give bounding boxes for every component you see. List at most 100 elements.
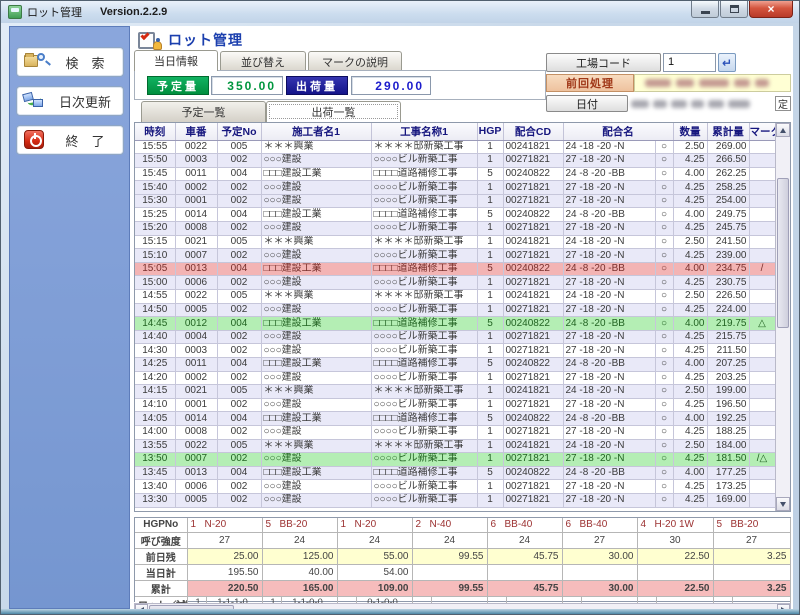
vertical-scrollbar[interactable] [775, 123, 790, 511]
cell: ＊＊＊＊邸新築工事 [371, 140, 477, 154]
cell: ＊＊＊＊邸新築工事 [371, 439, 477, 453]
table-row[interactable]: 14:200002002○○○建設○○○○ビル新築工事10027182127 -… [135, 371, 775, 385]
cell [749, 480, 775, 494]
cell: 5 [477, 317, 503, 331]
scroll-up-button[interactable] [776, 123, 790, 137]
factory-code-input[interactable]: 1 [663, 53, 716, 72]
close-button[interactable]: × [749, 1, 793, 18]
cell: 27 -18 -20 -N [563, 222, 655, 236]
cell: 254.00 [707, 194, 749, 208]
shipped-quantity-value: 290.00 [351, 76, 431, 95]
table-row[interactable]: 13:450013004□□□建設工業□□□□道路補修工事50024082224… [135, 466, 775, 480]
table-row[interactable]: 15:450011004□□□建設工業□□□□道路補修工事50024082224… [135, 167, 775, 181]
table-row[interactable]: 13:300005002○○○建設○○○○ビル新築工事10027182127 -… [135, 493, 775, 507]
cell: 0011 [175, 358, 217, 372]
tab-planned-list[interactable]: 予定一覧 [141, 101, 266, 122]
summary-cell: 5BB-20 [713, 518, 790, 532]
cell [749, 194, 775, 208]
table-row[interactable]: 15:550022005＊＊＊興業＊＊＊＊邸新築工事10024182124 -1… [135, 140, 775, 154]
triangle-down-icon [780, 502, 786, 507]
table-row[interactable]: 15:300001002○○○建設○○○○ビル新築工事10027182127 -… [135, 194, 775, 208]
cell: 1 [477, 154, 503, 168]
summary-cell: 27 [562, 532, 637, 548]
table-row[interactable]: 14:450012004□□□建設工業□□□□道路補修工事50024082224… [135, 317, 775, 331]
cell [749, 249, 775, 263]
exit-button-label: 終 了 [47, 131, 123, 150]
cell: 0013 [175, 466, 217, 480]
factory-code-button[interactable]: 工場コード [546, 53, 661, 72]
table-row[interactable]: 14:150021005＊＊＊興業＊＊＊＊邸新築工事10024182124 -1… [135, 385, 775, 399]
scroll-down-button[interactable] [776, 497, 790, 511]
cell: 00271821 [503, 276, 563, 290]
minimize-button[interactable] [691, 1, 719, 18]
table-row[interactable]: 14:000008002○○○建設○○○○ビル新築工事10027182127 -… [135, 425, 775, 439]
table-row[interactable]: 15:000006002○○○建設○○○○ビル新築工事10027182127 -… [135, 276, 775, 290]
cell: □□□□道路補修工事 [371, 167, 477, 181]
tab-mark-legend[interactable]: マークの説明 [308, 51, 402, 71]
power-icon [23, 130, 47, 150]
cell: 0005 [175, 493, 217, 507]
table-row[interactable]: 15:250014004□□□建設工業□□□□道路補修工事50024082224… [135, 208, 775, 222]
enter-button[interactable]: ↵ [718, 53, 736, 72]
table-row[interactable]: 15:150021005＊＊＊興業＊＊＊＊邸新築工事10024182124 -1… [135, 235, 775, 249]
redacted-blob [676, 79, 694, 87]
summary-cell: 1N-20 [337, 518, 412, 532]
summary-cell: 45.75 [487, 580, 562, 596]
cell: 1 [477, 425, 503, 439]
cell: 002 [217, 480, 261, 494]
table-row[interactable]: 14:100001002○○○建設○○○○ビル新築工事10027182127 -… [135, 398, 775, 412]
cell: 1 [477, 439, 503, 453]
cell: 00271821 [503, 181, 563, 195]
table-row[interactable]: 15:400002002○○○建設○○○○ビル新築工事10027182127 -… [135, 181, 775, 195]
tab-shipment-list[interactable]: 出荷一覧 [266, 101, 401, 122]
cell: 215.75 [707, 330, 749, 344]
app-icon [8, 5, 22, 19]
table-row[interactable]: 14:400004002○○○建設○○○○ビル新築工事10027182127 -… [135, 330, 775, 344]
cell: ○○○建設 [261, 154, 371, 168]
cell: 14:45 [135, 317, 175, 331]
cell: ○ [655, 398, 673, 412]
table-row[interactable]: 14:050014004□□□建設工業□□□□道路補修工事50024082224… [135, 412, 775, 426]
cell [749, 330, 775, 344]
table-row[interactable]: 15:200008002○○○建設○○○○ビル新築工事10027182127 -… [135, 222, 775, 236]
cell: 24 -18 -20 -N [563, 235, 655, 249]
titlebar[interactable]: ロット管理 Version.2.2.9 × [1, 1, 799, 23]
daily-update-button[interactable]: 日次更新 [16, 86, 124, 116]
table-row[interactable]: 13:400006002○○○建設○○○○ビル新築工事10027182127 -… [135, 480, 775, 494]
cell: 004 [217, 412, 261, 426]
cell: 0022 [175, 140, 217, 154]
summary-cell [713, 564, 790, 580]
cell: ＊＊＊興業 [261, 385, 371, 399]
cell: 4.25 [673, 371, 707, 385]
summary-row-strength: 呼び強度 2724242424273027 [135, 532, 790, 548]
cell: 5 [477, 208, 503, 222]
table-row[interactable]: 14:500005002○○○建設○○○○ビル新築工事10027182127 -… [135, 303, 775, 317]
table-row[interactable]: 13:550022005＊＊＊興業＊＊＊＊邸新築工事10024182124 -1… [135, 439, 775, 453]
date-button[interactable]: 日付 [546, 95, 628, 112]
table-row[interactable]: 14:300003002○○○建設○○○○ビル新築工事10027182127 -… [135, 344, 775, 358]
table-row[interactable]: 15:100007002○○○建設○○○○ビル新築工事10027182127 -… [135, 249, 775, 263]
summary-cell: 125.00 [262, 548, 337, 564]
table-row[interactable]: 15:500003002○○○建設○○○○ビル新築工事10027182127 -… [135, 154, 775, 168]
exit-button[interactable]: 終 了 [16, 125, 124, 155]
table-row[interactable]: 14:550022005＊＊＊興業＊＊＊＊邸新築工事10024182124 -1… [135, 290, 775, 304]
tab-sort[interactable]: 並び替え [220, 51, 306, 71]
maximize-button[interactable] [720, 1, 748, 18]
cell: 1 [477, 344, 503, 358]
cell: 24 -8 -20 -BB [563, 358, 655, 372]
cell: ○ [655, 167, 673, 181]
vertical-scroll-thumb[interactable] [777, 178, 789, 328]
col-time: 時刻 [135, 123, 175, 140]
factory-code-button-label: 工場コード [576, 55, 631, 71]
cell: ○ [655, 235, 673, 249]
summary-cell: 5BB-20 [262, 518, 337, 532]
search-button[interactable]: 検 索 [16, 47, 124, 77]
cell: 245.75 [707, 222, 749, 236]
tab-today-info[interactable]: 当日情報 [134, 50, 218, 71]
cell: 005 [217, 235, 261, 249]
cell [749, 276, 775, 290]
table-row[interactable]: 13:500007002○○○建設○○○○ビル新築工事10027182127 -… [135, 453, 775, 467]
table-row[interactable]: 14:250011004□□□建設工業□□□□道路補修工事50024082224… [135, 358, 775, 372]
table-row[interactable]: 15:050013004□□□建設工業□□□□道路補修工事50024082224… [135, 262, 775, 276]
cell: 14:55 [135, 290, 175, 304]
